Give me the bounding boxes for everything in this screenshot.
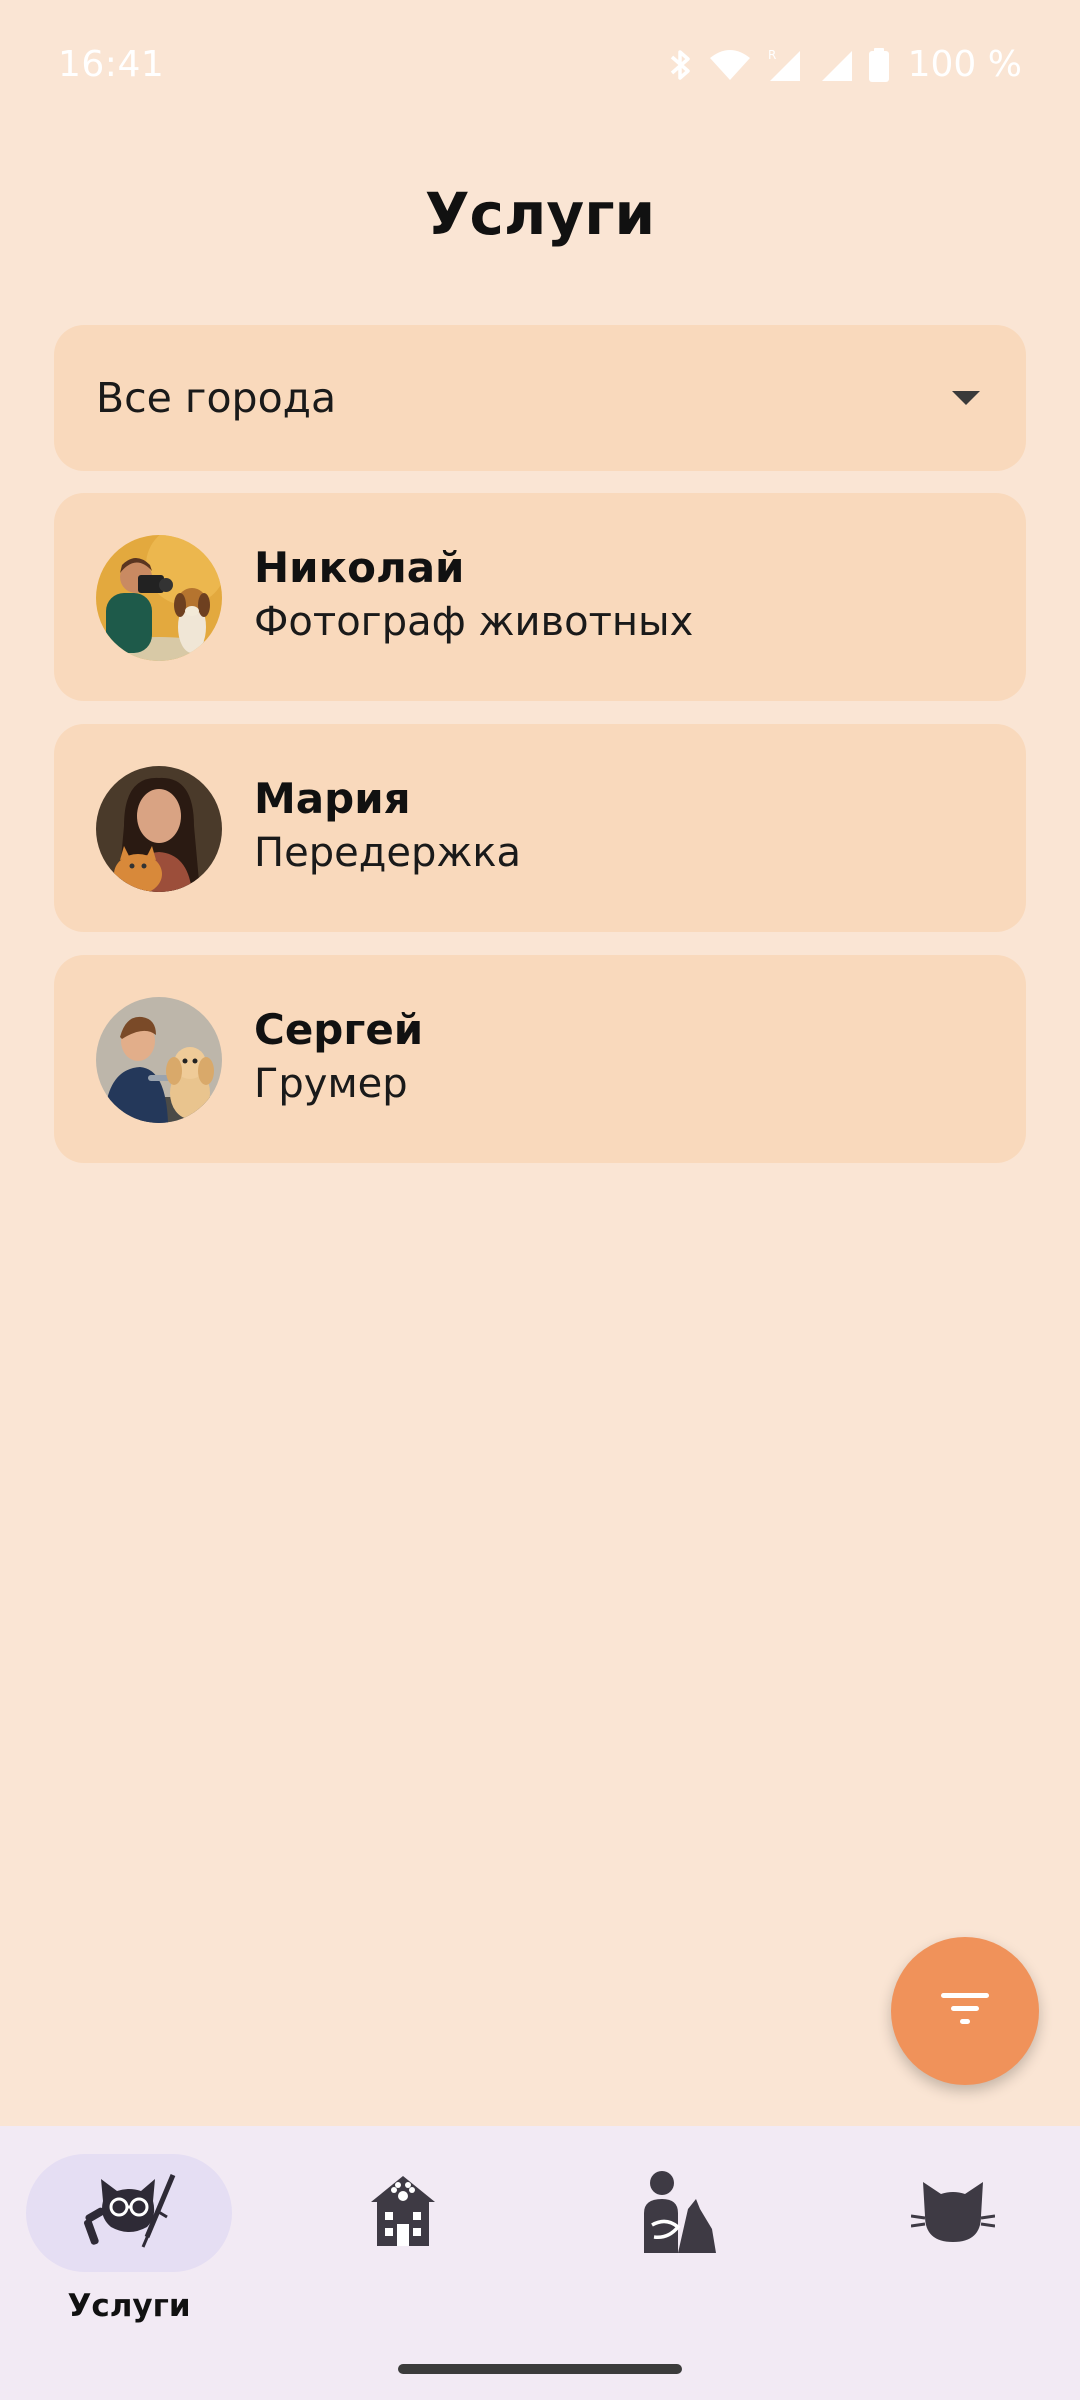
city-dropdown-value: Все города [96,374,337,422]
service-role: Фотограф животных [254,599,694,645]
svg-text:R: R [768,48,776,62]
service-role: Грумер [254,1061,408,1107]
bottom-navigation: Услуги [0,2126,1080,2400]
nav-item-pet-sitters[interactable] [563,2140,793,2340]
home-indicator[interactable] [398,2364,682,2374]
service-name: Сергей [254,1005,424,1054]
person-with-pet-icon [638,2169,718,2257]
signal-r-icon: R [766,47,806,83]
nav-label: Услуги [67,2288,191,2324]
status-icons: R 100 % [668,44,1022,85]
filter-fab-button[interactable] [891,1937,1039,2085]
bluetooth-icon [668,47,694,83]
page-title: Услуги [424,180,656,248]
filter-icon [939,1989,991,2033]
service-role: Передержка [254,830,522,876]
avatar [96,535,222,661]
signal-icon [820,47,854,83]
service-name: Мария [254,774,411,823]
dropdown-arrow-icon [952,391,980,405]
service-card-nikolay[interactable]: Николай Фотограф животных [54,493,1026,701]
service-card-sergey[interactable]: Сергей Грумер [54,955,1026,1163]
status-time: 16:41 [58,44,165,85]
avatar [96,766,222,892]
service-name: Николай [254,543,465,592]
cat-vet-icon [81,2171,177,2255]
wifi-icon [708,48,752,82]
status-bar: 16:41 R 100 % [0,0,1080,134]
battery-icon [868,47,890,83]
pet-shelter-icon [369,2174,437,2252]
nav-item-pets[interactable] [838,2140,1068,2340]
battery-percentage: 100 % [907,44,1022,85]
city-dropdown[interactable]: Все города [54,325,1026,471]
service-card-maria[interactable]: Мария Передержка [54,724,1026,932]
nav-item-services[interactable]: Услуги [2,2140,232,2340]
cat-face-icon [910,2176,996,2250]
nav-item-shelter[interactable] [288,2140,518,2340]
avatar [96,997,222,1123]
